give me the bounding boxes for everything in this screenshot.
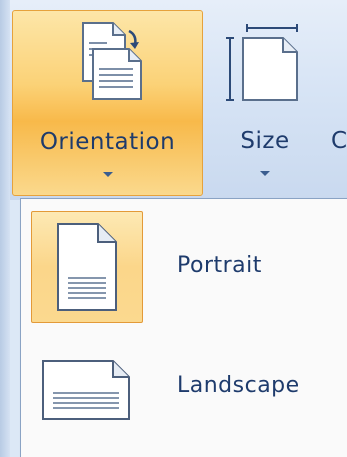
window-edge	[0, 0, 10, 457]
landscape-label: Landscape	[177, 373, 300, 398]
dropdown-arrow-icon	[102, 172, 113, 177]
next-ribbon-button-label[interactable]: C	[331, 128, 347, 154]
menu-item-portrait[interactable]: Portrait	[29, 211, 347, 323]
menu-item-landscape[interactable]: Landscape	[29, 331, 347, 443]
orientation-menu: Portrait Landscape	[20, 198, 347, 457]
orientation-button[interactable]: Orientation	[12, 10, 203, 196]
portrait-label: Portrait	[177, 253, 262, 278]
size-label: Size	[240, 128, 290, 154]
portrait-page-icon	[57, 223, 117, 311]
orientation-icon	[82, 22, 142, 100]
dropdown-arrow-icon	[260, 171, 270, 176]
landscape-icon-frame	[31, 331, 143, 443]
size-button[interactable]: Size	[215, 10, 315, 196]
size-icon	[226, 24, 298, 101]
landscape-page-icon	[42, 360, 130, 420]
portrait-icon-frame	[31, 211, 143, 323]
orientation-label: Orientation	[39, 129, 176, 155]
